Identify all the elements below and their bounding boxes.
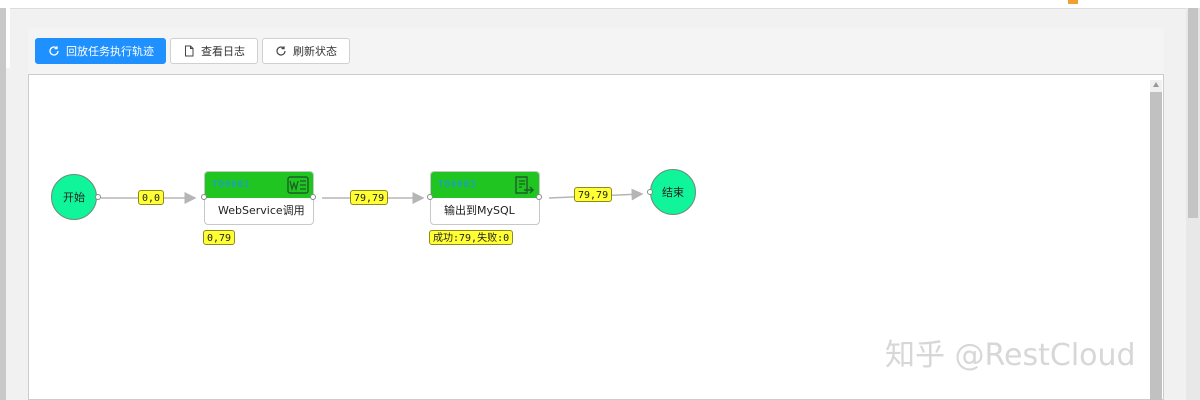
edge-label: 0,0	[138, 190, 165, 205]
task-name: WebService调用	[218, 204, 305, 217]
task-code: T00003	[438, 180, 477, 190]
start-node-label: 开始	[63, 191, 85, 204]
app-window: 回放任务执行轨迹 查看日志 刷新状态 开始 0,0 T00001 WebServ…	[0, 0, 1200, 400]
task-node-mysql-output[interactable]: T00003 输出到MySQL	[430, 171, 540, 225]
task-node-header: T00001	[205, 172, 313, 198]
task-node-header: T00003	[431, 172, 539, 198]
watermark-text: 知乎 @RestCloud	[885, 338, 1136, 373]
start-node[interactable]: 开始	[51, 174, 97, 220]
task-node-webservice[interactable]: T00001 WebService调用	[204, 171, 314, 225]
task-code: T00001	[212, 180, 251, 190]
end-node[interactable]: 结束	[650, 169, 696, 215]
task-stat-badge: 成功:79,失败:0	[429, 230, 514, 245]
export-icon	[513, 175, 535, 195]
task-stat-badge: 0,79	[203, 230, 236, 245]
task-node-in-port[interactable]	[201, 194, 207, 200]
task-node-in-port[interactable]	[427, 194, 433, 200]
edge-label: 79,79	[574, 187, 613, 202]
end-node-label: 结束	[662, 186, 684, 199]
task-node-out-port[interactable]	[310, 194, 316, 200]
start-node-port[interactable]	[95, 194, 101, 200]
edge-label: 79,79	[350, 190, 389, 205]
task-node-out-port[interactable]	[536, 194, 542, 200]
task-name: 输出到MySQL	[444, 204, 515, 217]
end-node-port[interactable]	[647, 189, 653, 195]
webservice-icon	[287, 175, 309, 195]
